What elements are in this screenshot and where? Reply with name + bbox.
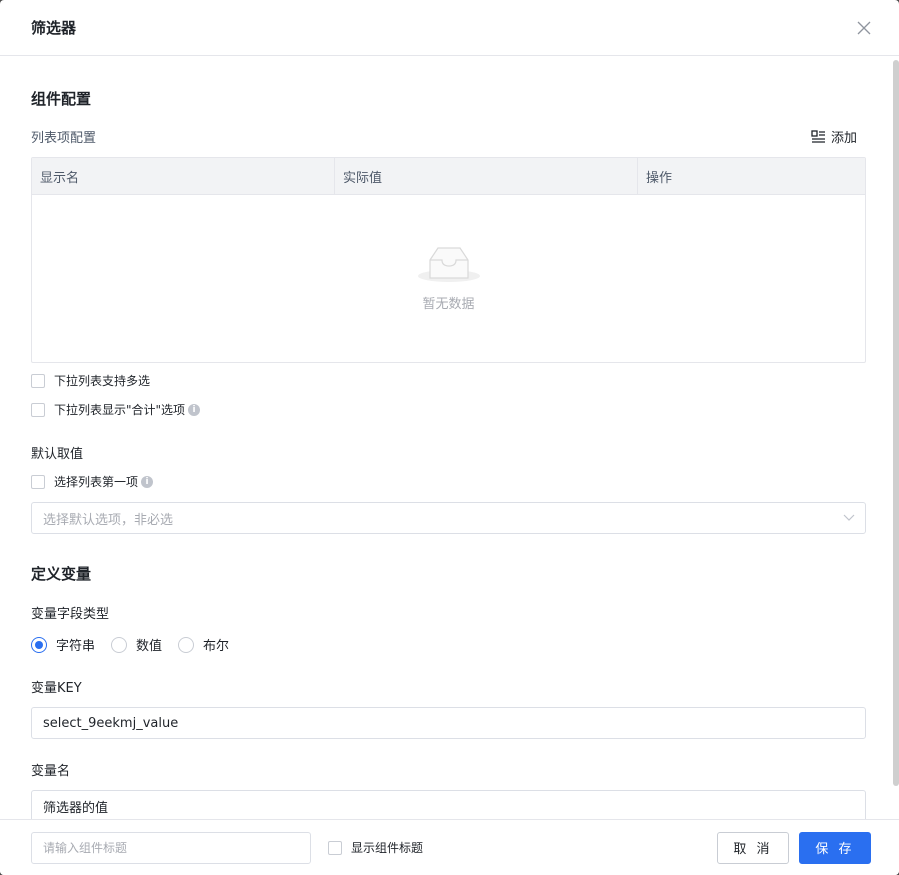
radio-boolean-label: 布尔 xyxy=(203,639,230,654)
dialog-title: 筛选器 xyxy=(31,19,77,37)
info-icon[interactable]: i xyxy=(188,403,201,416)
show-title-label: 显示组件标题 xyxy=(351,841,424,855)
show-title-checkbox[interactable] xyxy=(328,840,342,855)
add-label: 添加 xyxy=(830,131,857,146)
variable-key-input[interactable]: select_9eekmj_value xyxy=(31,707,866,739)
list-items-table: 显示名 实际值 操作 暂无数据 xyxy=(31,157,866,363)
component-config-heading: 组件配置 xyxy=(31,90,92,108)
variable-name-input[interactable]: 筛选器的值 xyxy=(31,790,866,819)
filter-dialog: 筛选器 组件配置 列表项配置 添加 显示名 实际值 操作 暂无数据 下拉列表支持… xyxy=(0,0,899,875)
chevron-down-icon xyxy=(843,514,855,521)
select-placeholder: 选择默认选项，非必选 xyxy=(43,512,174,528)
component-title-placeholder: 请输入组件标题 xyxy=(43,841,128,855)
info-icon[interactable]: i xyxy=(141,475,154,488)
variable-name-value: 筛选器的值 xyxy=(43,800,109,816)
column-header-actions: 操作 xyxy=(646,170,673,186)
radio-boolean[interactable]: 布尔 xyxy=(178,635,229,654)
first-item-label: 选择列表第一项 xyxy=(54,475,139,489)
column-header-display-name: 显示名 xyxy=(32,158,335,194)
dialog-footer: 请输入组件标题 显示组件标题 取 消 保 存 xyxy=(0,819,899,875)
variable-type-radio-group: 字符串 数值 布尔 xyxy=(31,635,866,654)
save-button[interactable]: 保 存 xyxy=(799,831,871,864)
variable-key-label: 变量KEY xyxy=(31,681,82,696)
show-total-checkbox[interactable] xyxy=(31,402,45,417)
close-icon[interactable] xyxy=(854,18,874,38)
component-title-input[interactable]: 请输入组件标题 xyxy=(31,831,311,864)
radio-number-dot xyxy=(111,636,128,653)
radio-string[interactable]: 字符串 xyxy=(31,635,95,654)
radio-number[interactable]: 数值 xyxy=(111,635,162,654)
show-title-option: 显示组件标题 xyxy=(328,839,423,856)
dialog-header: 筛选器 xyxy=(0,0,899,56)
first-item-checkbox[interactable] xyxy=(31,474,45,489)
option-first-item: 选择列表第一项 i xyxy=(31,473,866,490)
variable-name-label: 变量名 xyxy=(31,764,71,779)
show-total-label: 下拉列表显示"合计"选项 xyxy=(54,403,186,417)
empty-inbox-icon xyxy=(417,247,480,282)
multi-select-checkbox[interactable] xyxy=(31,373,45,388)
radio-boolean-dot xyxy=(178,636,195,653)
add-item-button[interactable]: 添加 xyxy=(811,127,857,146)
column-header-actual-value: 实际值 xyxy=(335,158,638,194)
option-show-total: 下拉列表显示"合计"选项 i xyxy=(31,401,866,418)
empty-text: 暂无数据 xyxy=(422,297,475,312)
default-value-select[interactable]: 选择默认选项，非必选 xyxy=(31,502,866,534)
list-config-row: 列表项配置 添加 xyxy=(31,127,866,146)
cancel-button[interactable]: 取 消 xyxy=(717,831,789,864)
empty-state: 暂无数据 xyxy=(32,243,865,312)
radio-string-label: 字符串 xyxy=(56,639,96,654)
multi-select-label: 下拉列表支持多选 xyxy=(54,374,151,388)
variable-key-value: select_9eekmj_value xyxy=(43,715,179,731)
table-header: 显示名 实际值 操作 xyxy=(32,158,865,195)
radio-string-dot xyxy=(31,636,47,653)
option-multi-select: 下拉列表支持多选 xyxy=(31,372,866,389)
list-config-label: 列表项配置 xyxy=(31,131,97,146)
add-list-icon xyxy=(811,129,825,143)
dialog-body: 组件配置 列表项配置 添加 显示名 实际值 操作 暂无数据 下拉列表支持多选 下… xyxy=(0,56,899,819)
default-value-label: 默认取值 xyxy=(31,447,84,462)
radio-number-label: 数值 xyxy=(136,639,163,654)
variable-type-label: 变量字段类型 xyxy=(31,607,110,622)
variable-heading: 定义变量 xyxy=(31,565,92,583)
